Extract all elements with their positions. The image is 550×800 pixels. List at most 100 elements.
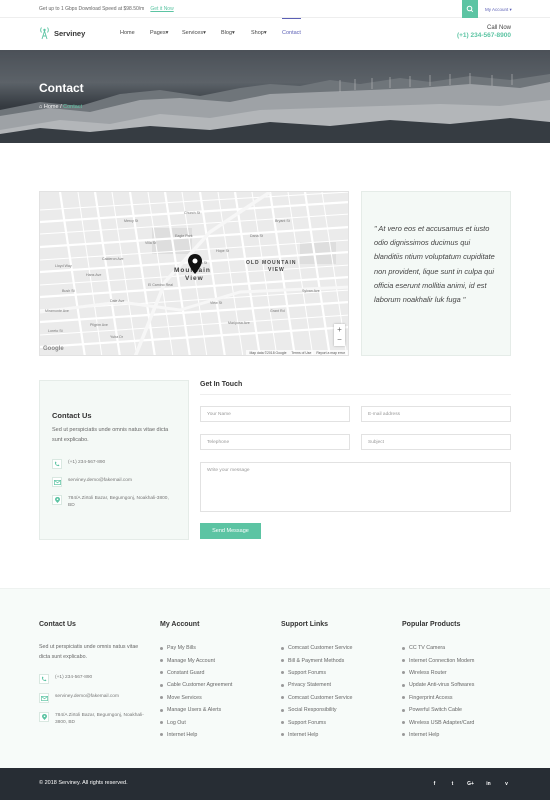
street-label: Church St bbox=[184, 211, 200, 215]
my-account-label: My Account bbox=[485, 7, 509, 12]
street-label: Bush St bbox=[62, 289, 75, 293]
street-label: Calderon Ave bbox=[102, 257, 124, 261]
message-textarea[interactable]: Write your message bbox=[200, 462, 511, 512]
my-account-dropdown[interactable]: My Account ▾ bbox=[485, 7, 512, 13]
footer-link[interactable]: Update Anti-virus Softwares bbox=[402, 679, 512, 691]
footer-link[interactable]: Wireless USB Adapter/Card bbox=[402, 716, 512, 728]
street-label: Miramonte Ave bbox=[45, 309, 69, 313]
footer-link[interactable]: Internet Help bbox=[281, 729, 391, 741]
vimeo-icon[interactable]: v bbox=[502, 779, 511, 788]
facebook-icon[interactable]: f bbox=[430, 779, 439, 788]
footer-link[interactable]: Log Out bbox=[160, 716, 270, 728]
footer-link[interactable]: Constant Guard bbox=[160, 667, 270, 679]
google-plus-icon[interactable]: G+ bbox=[466, 779, 475, 788]
promo-text: Get up to 1 Gbps Download Speed at $98.5… bbox=[39, 6, 145, 12]
call-now: Call Now (+1) 234-567-8900 bbox=[457, 25, 511, 39]
footer-link[interactable]: Comcast Customer Service bbox=[281, 642, 391, 654]
nav-services[interactable]: Services▾ bbox=[182, 30, 221, 36]
caret-down-icon: ▾ bbox=[232, 30, 235, 36]
search-button[interactable] bbox=[462, 0, 478, 18]
footer-link[interactable]: Pay My Bills bbox=[160, 642, 270, 654]
logo[interactable]: Serviney bbox=[39, 26, 85, 40]
email-field[interactable]: E-mail address bbox=[361, 406, 511, 422]
report-map-error-link[interactable]: Report a map error bbox=[316, 351, 345, 355]
subject-field[interactable]: Subject bbox=[361, 434, 511, 450]
street-label: Bryant St bbox=[275, 219, 290, 223]
footer-column-title: Contact Us bbox=[39, 621, 76, 628]
zoom-out-button[interactable]: − bbox=[334, 335, 345, 346]
footer-address: 784/A Zirtoli Bazar, Begumgonj, Noakhali… bbox=[39, 712, 149, 726]
street-label: Villa St bbox=[145, 241, 156, 245]
footer-link[interactable]: Social Responsibility bbox=[281, 704, 391, 716]
home-icon: ⌂ bbox=[39, 104, 43, 110]
street-label: Loreto St bbox=[48, 329, 63, 333]
nav-active-indicator bbox=[282, 18, 301, 19]
footer-link[interactable]: Powerful Switch Cable bbox=[402, 704, 512, 716]
footer-link[interactable]: Internet Connection Modem bbox=[402, 654, 512, 666]
footer-column-title: Popular Products bbox=[402, 621, 461, 628]
nav-contact[interactable]: Contact bbox=[282, 18, 301, 36]
logo-text: Serviney bbox=[54, 28, 86, 38]
main-nav: Home Pages▾ Services▾ Blog▾ Shop▾ Contac… bbox=[120, 18, 301, 36]
breadcrumb: ⌂ Home / Contact bbox=[39, 104, 82, 110]
footer-link[interactable]: Manage Users & Alerts bbox=[160, 704, 270, 716]
promo-bar: Get up to 1 Gbps Download Speed at $98.5… bbox=[39, 6, 174, 12]
map-area-label: VIEW bbox=[268, 267, 285, 273]
social-links: f t G+ in v bbox=[430, 779, 511, 788]
footer-account-column: My Account Pay My Bills Manage My Accoun… bbox=[160, 621, 270, 741]
footer-link[interactable]: Move Services bbox=[160, 692, 270, 704]
zoom-in-button[interactable]: + bbox=[334, 324, 345, 335]
main-header: Serviney Home Pages▾ Services▾ Blog▾ Sho… bbox=[0, 18, 550, 50]
footer-link[interactable]: Bill & Payment Methods bbox=[281, 654, 391, 666]
street-label: Hans Ave bbox=[86, 273, 101, 277]
twitter-icon[interactable]: t bbox=[448, 779, 457, 788]
telephone-field[interactable]: Telephone bbox=[200, 434, 350, 450]
nav-pages[interactable]: Pages▾ bbox=[150, 30, 182, 36]
map-streets: Eagle Park Mercy St Church St Villa St H… bbox=[40, 192, 348, 355]
nav-blog[interactable]: Blog▾ bbox=[221, 30, 251, 36]
google-logo: Google bbox=[43, 346, 64, 352]
location-pin-icon bbox=[52, 495, 62, 505]
footer-link[interactable]: Privacy Statement bbox=[281, 679, 391, 691]
search-icon bbox=[466, 5, 474, 13]
footer-link[interactable]: CC TV Camera bbox=[402, 642, 512, 654]
footer-contact-text: Sed ut perspiciatis unde omnis natus vit… bbox=[39, 644, 139, 660]
footer-link[interactable]: Internet Help bbox=[160, 729, 270, 741]
copyright-bar: © 2018 Serviney. All rights reserved. f … bbox=[0, 768, 550, 800]
footer-column-title: My Account bbox=[160, 621, 200, 628]
contact-info-title: Contact Us bbox=[52, 411, 92, 420]
footer-link[interactable]: Comcast Customer Service bbox=[281, 692, 391, 704]
map-attribution: Map data ©2018 Google Terms of Use Repor… bbox=[246, 350, 348, 355]
street-label: Sylvan Ave bbox=[302, 289, 320, 293]
footer-link[interactable]: Support Forums bbox=[281, 716, 391, 728]
breadcrumb-home[interactable]: Home bbox=[44, 104, 59, 110]
caret-down-icon: ▾ bbox=[203, 30, 206, 36]
terms-link[interactable]: Terms of Use bbox=[291, 351, 311, 355]
footer-link[interactable]: Internet Help bbox=[402, 729, 512, 741]
street-label: Lloyd Way bbox=[55, 264, 72, 268]
wifi-tower-icon bbox=[40, 27, 49, 40]
footer-link-list: Pay My Bills Manage My Account Constant … bbox=[160, 642, 270, 741]
send-message-button[interactable]: Send Message bbox=[200, 523, 261, 539]
caret-down-icon: ▾ bbox=[263, 30, 267, 36]
footer-link[interactable]: Wireless Router bbox=[402, 667, 512, 679]
nav-shop[interactable]: Shop▾ bbox=[251, 30, 282, 36]
envelope-icon bbox=[52, 477, 62, 487]
breadcrumb-current: Contact bbox=[63, 104, 83, 110]
street-label: Hope St bbox=[216, 249, 229, 253]
footer-link[interactable]: Fingerprint Access bbox=[402, 692, 512, 704]
footer-link[interactable]: Manage My Account bbox=[160, 654, 270, 666]
promo-link[interactable]: Get it Now bbox=[150, 6, 173, 12]
footer-link[interactable]: Support Forums bbox=[281, 667, 391, 679]
map-pin-icon[interactable] bbox=[188, 254, 202, 274]
google-map[interactable]: Eagle Park Mercy St Church St Villa St H… bbox=[39, 191, 349, 356]
linkedin-icon[interactable]: in bbox=[484, 779, 493, 788]
call-now-number[interactable]: (+1) 234-567-8900 bbox=[457, 32, 511, 39]
phone-icon bbox=[52, 459, 62, 469]
name-field[interactable]: Your Name bbox=[200, 406, 350, 422]
call-now-label: Call Now bbox=[486, 25, 511, 31]
footer-link[interactable]: Cable Customer Agreement bbox=[160, 679, 270, 691]
footer: Contact Us Sed ut perspiciatis unde omni… bbox=[0, 588, 550, 768]
caret-down-icon: ▾ bbox=[508, 7, 512, 12]
nav-home[interactable]: Home bbox=[120, 30, 150, 36]
